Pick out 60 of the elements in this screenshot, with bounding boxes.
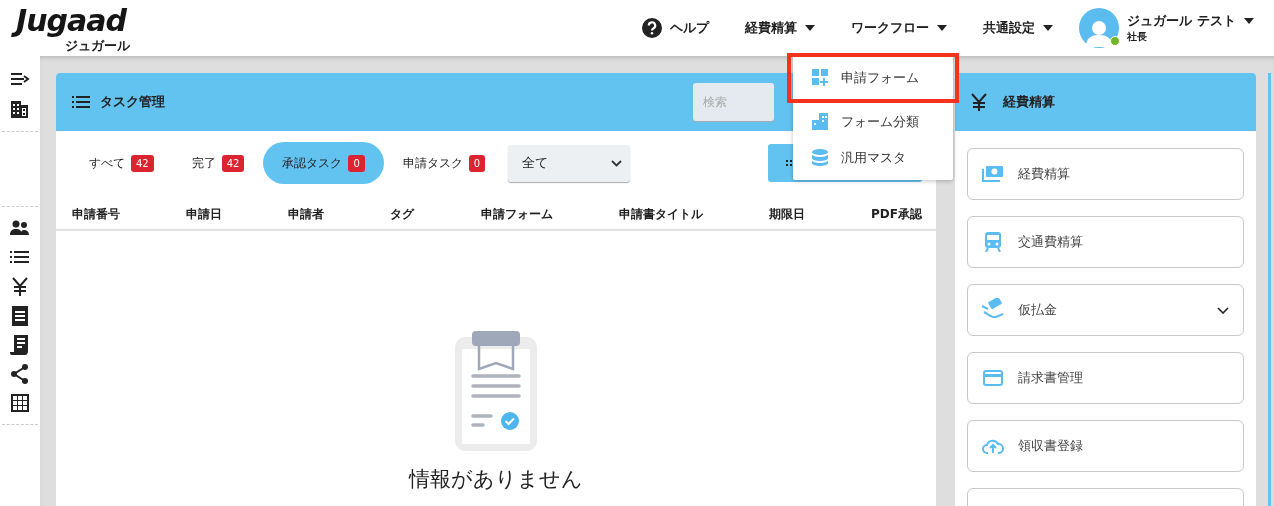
column-header: 申請フォーム [480,205,553,223]
count-badge: 0 [348,154,365,172]
nav-menu[interactable]: ヘルプ [642,18,710,38]
caret-icon [937,25,948,31]
user-menu[interactable]: ジュガール テスト 社長 [1127,12,1254,44]
document-icon[interactable] [10,334,30,355]
menu-item[interactable]: 申請フォーム [790,56,956,100]
chevron-down-icon [611,159,623,167]
search-field[interactable]: 検索 [693,83,774,121]
scrollbar[interactable] [1268,73,1271,506]
caret-icon [1043,25,1054,31]
count-badge: 42 [131,154,154,172]
column-header: 申請番号 [72,205,120,223]
empty-message: 情報がありません [409,466,583,493]
column-header: タグ [390,205,415,223]
tab[interactable]: 申請タスク 0 [383,142,505,184]
logo-subtitle: ジュガール [64,37,130,53]
column-header: 申請書タイトル [618,205,703,223]
yen-icon [971,93,987,111]
add-grid-icon [812,69,829,87]
cloud-upload-icon [982,438,1004,454]
tab[interactable]: すべて 42 [70,142,173,184]
menu-item[interactable]: フォーム分類 [793,104,953,140]
column-header: 申請者 [288,205,325,223]
dots-icon [786,160,792,166]
column-header: 期限日 [768,205,805,223]
nav-menu[interactable]: 共通設定 [983,19,1054,37]
help-icon [642,18,663,38]
count-badge: 0 [468,154,486,172]
share-icon[interactable] [10,363,30,384]
panel-title: 経費精算 [1003,93,1055,111]
column-header: 申請日 [186,205,223,223]
menu-card[interactable]: 交通費精算 [967,216,1244,268]
filter-select[interactable]: 全て [508,144,631,182]
menu-item[interactable]: 汎用マスタ [793,140,953,176]
money-icon [982,165,1004,183]
menu-card[interactable]: 請求書管理 [967,352,1244,404]
nav-menu[interactable]: ワークフロー [851,19,948,37]
caret-icon [805,25,816,31]
card-icon [983,370,1003,386]
train-icon [984,232,1002,252]
nav-menu[interactable]: 経費精算 [745,19,816,37]
menu-card[interactable]: 仮払金 [967,284,1244,336]
database-icon [812,149,829,167]
count-badge: 42 [221,154,245,172]
caret-icon [1244,18,1254,24]
menu-card[interactable]: 経費精算 [967,148,1244,200]
list-icon [72,95,90,109]
panel-title: タスク管理 [100,93,165,111]
tab[interactable]: 承認タスク 0 [263,142,384,184]
tab[interactable]: 完了 42 [172,142,264,184]
yen-icon[interactable] [10,276,30,297]
receipt-icon[interactable] [10,305,30,326]
grid-icon[interactable] [10,392,30,413]
building-icon[interactable] [10,99,30,120]
logo[interactable]: Jugaad [12,3,130,38]
column-header: PDF承認 [871,205,922,223]
buildings-icon [812,113,829,131]
person-icon [1086,19,1113,47]
menu-card[interactable]: 領収書登録 [967,420,1244,472]
